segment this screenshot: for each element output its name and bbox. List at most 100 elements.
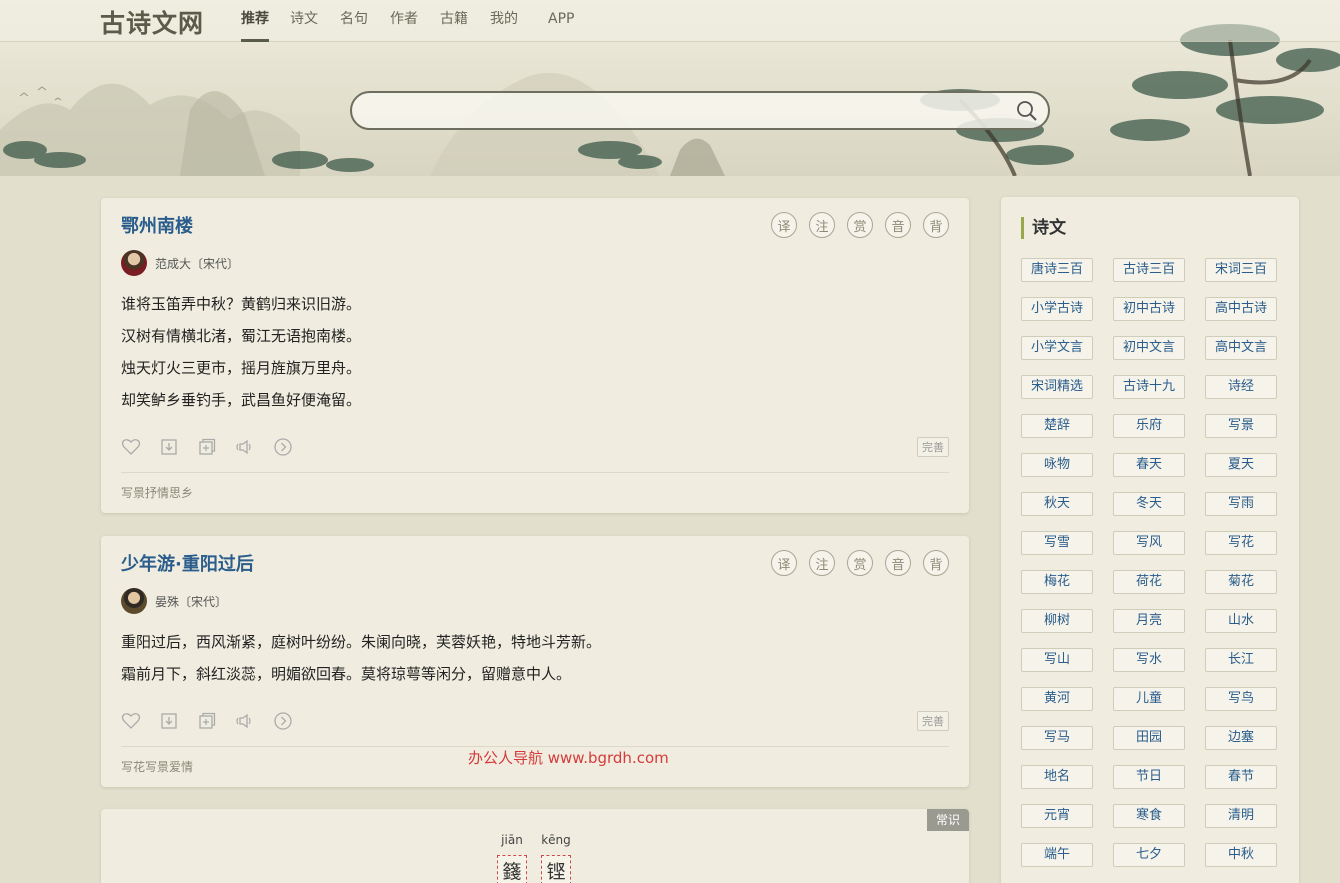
poem-line: 谁将玉笛弄中秋？黄鹤归来识旧游。 <box>121 295 362 313</box>
category-item[interactable]: 清明 <box>1205 804 1277 828</box>
category-item[interactable]: 写马 <box>1021 726 1093 750</box>
pinyin-column: kēng 铿 <box>541 833 571 883</box>
category-item[interactable]: 小学古诗 <box>1021 297 1093 321</box>
category-item[interactable]: 寒食 <box>1113 804 1185 828</box>
category-item[interactable]: 中秋 <box>1205 843 1277 867</box>
watermark-text: 办公人导航 www.bgrdh.com <box>468 749 669 767</box>
nav-classics[interactable]: 古籍 <box>440 10 468 42</box>
search-icon[interactable] <box>1016 100 1038 122</box>
appreciate-button[interactable]: 赏 <box>847 550 873 576</box>
pinyin-char: 籛 <box>497 855 527 883</box>
category-item[interactable]: 写风 <box>1113 531 1185 555</box>
recite-button[interactable]: 背 <box>923 550 949 576</box>
audio-button[interactable]: 音 <box>885 550 911 576</box>
category-item[interactable]: 节日 <box>1113 765 1185 789</box>
poem-line: 霜前月下，斜红淡蕊，明媚欲回春。莫将琼萼等闲分，留赠意中人。 <box>121 665 572 683</box>
category-item[interactable]: 菊花 <box>1205 570 1277 594</box>
download-icon[interactable] <box>159 711 179 731</box>
category-item[interactable]: 写雪 <box>1021 531 1093 555</box>
author-name[interactable]: 范成大〔宋代〕 <box>155 255 239 272</box>
category-item[interactable]: 初中文言 <box>1113 336 1185 360</box>
category-item[interactable]: 地名 <box>1021 765 1093 789</box>
category-item[interactable]: 乐府 <box>1113 414 1185 438</box>
category-item[interactable]: 梅花 <box>1021 570 1093 594</box>
appreciate-button[interactable]: 赏 <box>847 212 873 238</box>
annotate-button[interactable]: 注 <box>809 550 835 576</box>
category-item[interactable]: 田园 <box>1113 726 1185 750</box>
category-item[interactable]: 唐诗三百 <box>1021 258 1093 282</box>
speaker-icon[interactable] <box>235 711 255 731</box>
category-item[interactable]: 写花 <box>1205 531 1277 555</box>
category-item[interactable]: 写山 <box>1021 648 1093 672</box>
heart-icon[interactable] <box>121 711 141 731</box>
category-item[interactable]: 元宵 <box>1021 804 1093 828</box>
nav-authors[interactable]: 作者 <box>390 10 418 42</box>
category-item[interactable]: 春节 <box>1205 765 1277 789</box>
category-item[interactable]: 高中古诗 <box>1205 297 1277 321</box>
nav-mine[interactable]: 我的 <box>490 10 518 42</box>
category-item[interactable]: 儿童 <box>1113 687 1185 711</box>
nav-app[interactable]: APP <box>548 10 574 42</box>
search-input[interactable] <box>364 99 1004 123</box>
nav-poems[interactable]: 诗文 <box>290 10 318 42</box>
category-item[interactable]: 写鸟 <box>1205 687 1277 711</box>
next-arrow-icon[interactable] <box>273 437 293 457</box>
category-item[interactable]: 诗经 <box>1205 375 1277 399</box>
poem-tags[interactable]: 写花写景爱情 <box>121 758 193 775</box>
category-item[interactable]: 边塞 <box>1205 726 1277 750</box>
copy-icon[interactable] <box>197 711 217 731</box>
poem-line: 却笑鲈乡垂钓手，武昌鱼好便淹留。 <box>121 391 362 409</box>
avatar[interactable] <box>121 250 147 276</box>
heart-icon[interactable] <box>121 437 141 457</box>
next-arrow-icon[interactable] <box>273 711 293 731</box>
author-name[interactable]: 晏殊〔宋代〕 <box>155 593 227 610</box>
category-item[interactable]: 秋天 <box>1021 492 1093 516</box>
divider <box>121 472 949 473</box>
category-item[interactable]: 写雨 <box>1205 492 1277 516</box>
category-item[interactable]: 黄河 <box>1021 687 1093 711</box>
nav-recommend[interactable]: 推荐 <box>241 10 269 42</box>
category-item[interactable]: 咏物 <box>1021 453 1093 477</box>
copy-icon[interactable] <box>197 437 217 457</box>
poem-tags[interactable]: 写景抒情思乡 <box>121 484 193 501</box>
site-logo[interactable]: 古诗文网 <box>100 4 204 40</box>
category-item[interactable]: 楚辞 <box>1021 414 1093 438</box>
category-item[interactable]: 小学文言 <box>1021 336 1093 360</box>
category-item[interactable]: 月亮 <box>1113 609 1185 633</box>
complete-button[interactable]: 完善 <box>917 437 949 457</box>
poem-line: 烛天灯火三更市，摇月旌旗万里舟。 <box>121 359 362 377</box>
poem-title[interactable]: 少年游·重阳过后 <box>121 550 254 576</box>
speaker-icon[interactable] <box>235 437 255 457</box>
category-item[interactable]: 写景 <box>1205 414 1277 438</box>
header-banner: 古诗文网 推荐 诗文 名句 作者 古籍 我的 APP <box>0 0 1340 176</box>
category-item[interactable]: 柳树 <box>1021 609 1093 633</box>
poem-title[interactable]: 鄂州南楼 <box>121 212 193 238</box>
nav-quotes[interactable]: 名句 <box>340 10 368 42</box>
category-item[interactable]: 宋词三百 <box>1205 258 1277 282</box>
category-item[interactable]: 七夕 <box>1113 843 1185 867</box>
category-item[interactable]: 古诗三百 <box>1113 258 1185 282</box>
avatar[interactable] <box>121 588 147 614</box>
audio-button[interactable]: 音 <box>885 212 911 238</box>
category-item[interactable]: 高中文言 <box>1205 336 1277 360</box>
category-item[interactable]: 冬天 <box>1113 492 1185 516</box>
complete-button[interactable]: 完善 <box>917 711 949 731</box>
poem-body: 重阳过后，西风渐紧，庭树叶纷纷。朱阑向晓，芙蓉妖艳，特地斗芳新。 霜前月下，斜红… <box>121 626 601 690</box>
knowledge-card: 常识 jiān 籛 kēng 铿 <box>101 809 969 883</box>
category-item[interactable]: 宋词精选 <box>1021 375 1093 399</box>
category-item[interactable]: 夏天 <box>1205 453 1277 477</box>
sidebar-categories: 诗文 唐诗三百 古诗三百 宋词三百 小学古诗 初中古诗 高中古诗 小学文言 初中文言 高中文言宋… <box>1001 197 1299 883</box>
category-item[interactable]: 古诗十九 <box>1113 375 1185 399</box>
category-item[interactable]: 初中古诗 <box>1113 297 1185 321</box>
translate-button[interactable]: 译 <box>771 212 797 238</box>
download-icon[interactable] <box>159 437 179 457</box>
category-item[interactable]: 长江 <box>1205 648 1277 672</box>
recite-button[interactable]: 背 <box>923 212 949 238</box>
category-item[interactable]: 荷花 <box>1113 570 1185 594</box>
category-item[interactable]: 春天 <box>1113 453 1185 477</box>
category-item[interactable]: 端午 <box>1021 843 1093 867</box>
annotate-button[interactable]: 注 <box>809 212 835 238</box>
category-item[interactable]: 写水 <box>1113 648 1185 672</box>
translate-button[interactable]: 译 <box>771 550 797 576</box>
category-item[interactable]: 山水 <box>1205 609 1277 633</box>
